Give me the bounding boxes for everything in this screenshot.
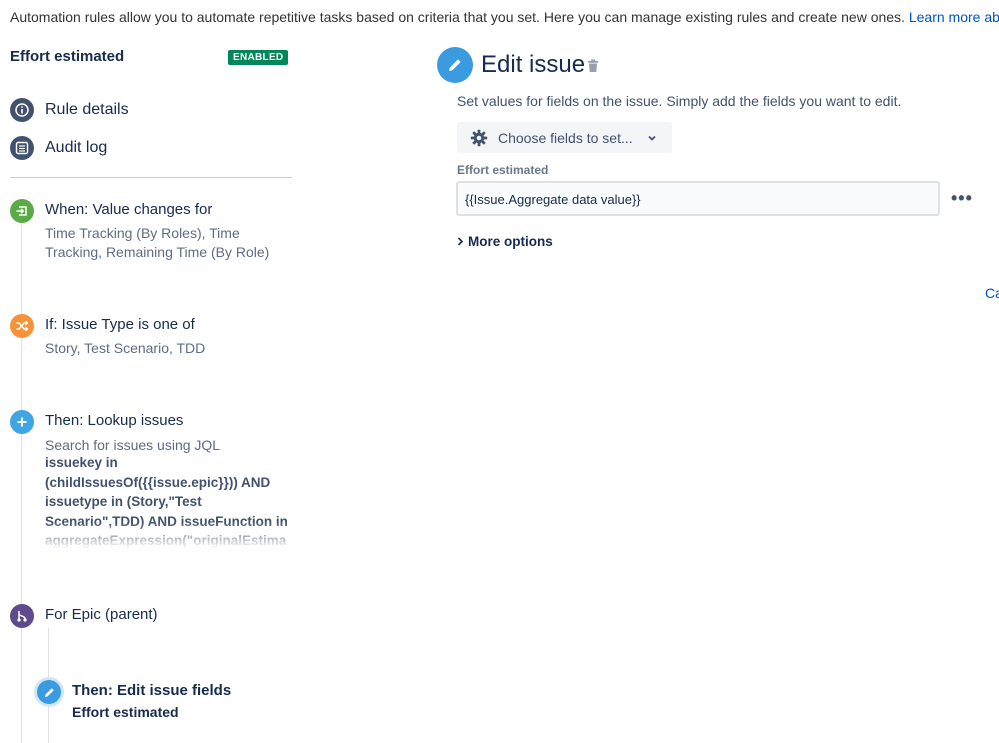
rule-title: Effort estimated (10, 48, 125, 65)
learn-more-link[interactable]: Learn more about a (909, 9, 999, 25)
condition-title: If: Issue Type is one of (45, 316, 195, 333)
trash-icon[interactable] (587, 59, 599, 78)
condition-subtitle: Story, Test Scenario, TDD (45, 340, 206, 356)
step-edit-issue[interactable]: Then: Edit issue fields Effort estimated (37, 680, 287, 730)
effort-estimated-input[interactable]: {{Issue.Aggregate data value}} (456, 181, 940, 216)
plus-icon (10, 410, 34, 434)
list-icon (10, 136, 34, 160)
edit-step-title: Then: Edit issue fields (72, 682, 232, 699)
edit-issue-icon (437, 47, 473, 83)
gear-icon (470, 129, 488, 147)
branch-icon (10, 604, 34, 628)
lookup-jql: issuekey in (childIssuesOf({{issue.epic}… (45, 455, 288, 548)
panel-description: Set values for fields on the issue. Simp… (457, 93, 902, 109)
nav-audit-log[interactable]: Audit log (10, 136, 107, 160)
step-condition[interactable]: If: Issue Type is one of Story, Test Sce… (10, 314, 295, 364)
step-trigger[interactable]: When: Value changes for Time Tracking (B… (10, 199, 295, 269)
edit-step-subtitle: Effort estimated (72, 704, 179, 720)
lookup-title: Then: Lookup issues (45, 412, 184, 429)
trigger-icon (10, 199, 34, 223)
trigger-title: When: Value changes for (45, 201, 213, 218)
intro-text: Automation rules allow you to automate r… (10, 9, 999, 25)
info-icon (10, 98, 34, 122)
cancel-link[interactable]: Ca (985, 285, 999, 301)
choose-fields-dropdown[interactable]: Choose fields to set... (457, 122, 672, 153)
choose-fields-label: Choose fields to set... (498, 129, 633, 146)
nav-rule-details[interactable]: Rule details (10, 98, 129, 122)
nav-rule-details-label: Rule details (45, 101, 129, 118)
branch-title: For Epic (parent) (45, 606, 158, 623)
status-badge: ENABLED (228, 50, 289, 65)
more-actions-icon[interactable]: ••• (951, 189, 973, 207)
panel-title: Edit issue (481, 51, 586, 78)
step-lookup[interactable]: Then: Lookup issues Search for issues us… (10, 410, 295, 555)
nav-audit-log-label: Audit log (45, 139, 108, 156)
shuffle-icon (10, 314, 34, 338)
more-options-toggle[interactable]: More options (457, 234, 553, 249)
more-options-label: More options (468, 234, 553, 249)
pencil-icon (37, 680, 61, 704)
trigger-subtitle: Time Tracking (By Roles), Time Tracking,… (45, 225, 270, 260)
chevron-down-icon (647, 133, 657, 143)
field-label: Effort estimated (457, 163, 549, 177)
intro-description: Automation rules allow you to automate r… (10, 9, 909, 25)
chevron-right-icon (457, 234, 464, 249)
step-branch[interactable]: For Epic (parent) (10, 604, 295, 630)
nav-divider (10, 177, 292, 178)
